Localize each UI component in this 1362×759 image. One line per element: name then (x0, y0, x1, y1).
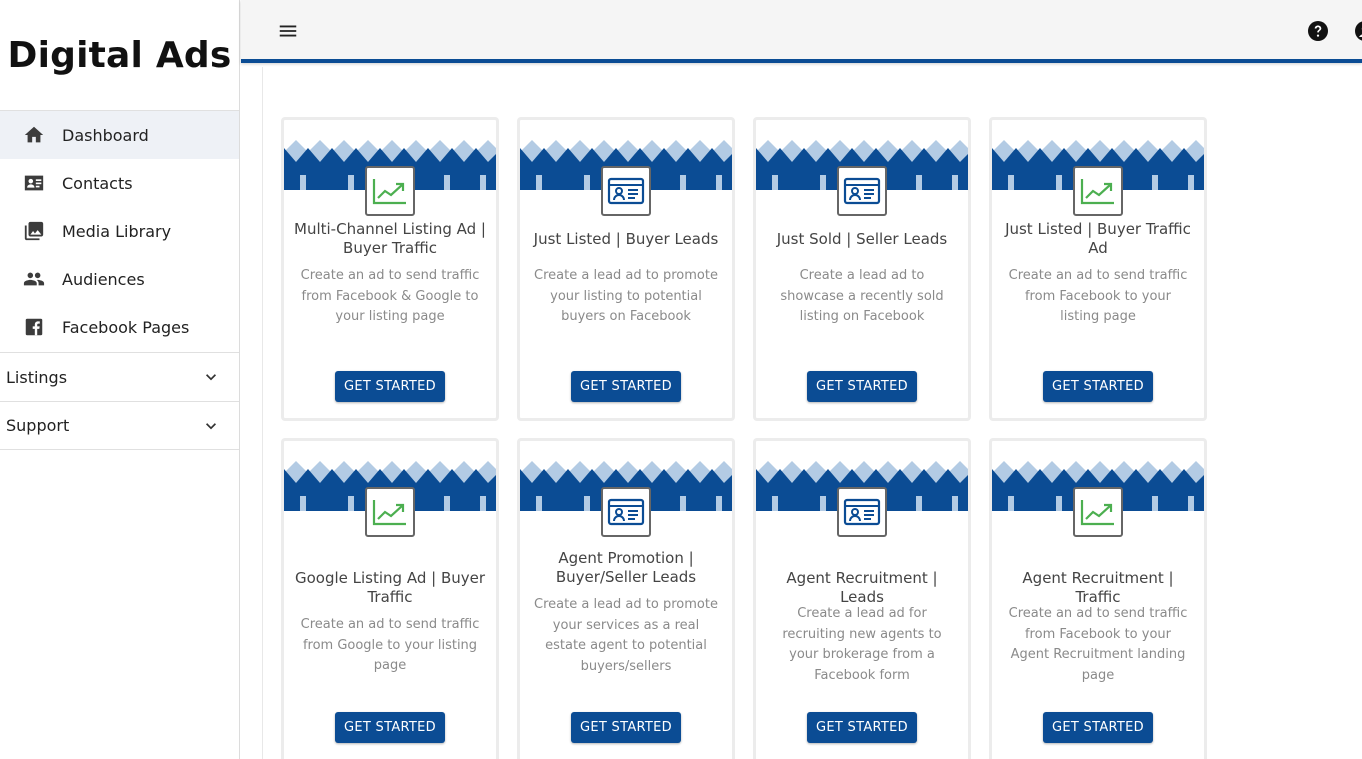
card-description: Create an ad to send traffic from Facebo… (1008, 606, 1188, 683)
ad-template-card: Multi-Channel Listing Ad | Buyer Traffic… (281, 117, 499, 421)
sidebar-item-facebook-pages[interactable]: Facebook Pages (0, 303, 239, 351)
ad-template-card: Agent Recruitment | Leads Create a lead … (753, 438, 971, 759)
sidebar-item-label: Audiences (62, 269, 145, 289)
card-title: Multi-Channel Listing Ad | Buyer Traffic (294, 220, 486, 257)
card-description: Create an ad to send traffic from Google… (300, 617, 480, 673)
ad-template-card: Google Listing Ad | Buyer Traffic Create… (281, 438, 499, 759)
card-title: Just Listed | Buyer Traffic Ad (1005, 220, 1191, 257)
card-hero (756, 453, 968, 537)
card-title: Google Listing Ad | Buyer Traffic (294, 569, 486, 606)
contact-card-icon (601, 487, 651, 537)
ad-template-card: Just Sold | Seller Leads Create a lead a… (753, 117, 971, 421)
sidebar-item-audiences[interactable]: Audiences (0, 255, 239, 303)
sidebar-item-label: Dashboard (62, 125, 149, 145)
top-app-bar (241, 0, 1362, 63)
get-started-button[interactable]: GET STARTED (1043, 371, 1153, 402)
get-started-button[interactable]: GET STARTED (571, 371, 681, 402)
sidebar-group-label: Support (6, 416, 70, 435)
ad-template-card: Agent Recruitment | Traffic Create an ad… (989, 438, 1207, 759)
help-icon[interactable] (1306, 19, 1330, 43)
card-title: Agent Recruitment | Leads (786, 569, 938, 606)
card-description: Create a lead ad to promote your service… (534, 597, 718, 674)
card-description: Create a lead ad for recruiting new agen… (782, 606, 942, 683)
card-hero (992, 132, 1204, 216)
trending-chart-icon (1073, 166, 1123, 216)
photo-library-icon (22, 219, 46, 243)
sidebar-item-label: Facebook Pages (62, 317, 190, 337)
ad-template-card: Just Listed | Buyer Traffic Ad Create an… (989, 117, 1207, 421)
facebook-icon (22, 315, 46, 339)
hamburger-menu-icon[interactable] (277, 20, 299, 42)
chevron-down-icon (206, 374, 216, 381)
get-started-button[interactable]: GET STARTED (571, 712, 681, 743)
card-title: Just Sold | Seller Leads (776, 229, 948, 248)
sidebar-group-label: Listings (6, 367, 68, 387)
get-started-button[interactable]: GET STARTED (335, 712, 445, 743)
card-description: Create a lead ad to promote your listing… (534, 268, 718, 324)
trending-chart-icon (1073, 487, 1123, 537)
sidebar-group-support[interactable]: Support (0, 401, 239, 450)
content-divider (262, 67, 263, 759)
card-title: Agent Recruitment | Traffic (1022, 569, 1174, 606)
account-icon[interactable] (1353, 19, 1362, 43)
get-started-button[interactable]: GET STARTED (335, 371, 445, 402)
people-icon (22, 267, 46, 291)
card-description: Create a lead ad to showcase a recently … (780, 268, 944, 324)
get-started-button[interactable]: GET STARTED (807, 712, 917, 743)
card-hero (520, 132, 732, 216)
contact-card-icon (837, 166, 887, 216)
brand-title: Digital Ads (0, 0, 239, 111)
chevron-down-icon (206, 422, 216, 429)
ad-template-card: Agent Promotion | Buyer/Seller Leads Cre… (517, 438, 735, 759)
contact-card-icon (837, 487, 887, 537)
trending-chart-icon (365, 487, 415, 537)
sidebar: Digital Ads Dashboard Contacts Media Lib… (0, 0, 240, 759)
contact-card-icon (601, 166, 651, 216)
trending-chart-icon (365, 166, 415, 216)
home-icon (22, 123, 46, 147)
sidebar-group-listings[interactable]: Listings (0, 352, 239, 401)
contacts-icon (22, 171, 46, 195)
sidebar-item-label: Contacts (62, 173, 133, 193)
sidebar-item-contacts[interactable]: Contacts (0, 159, 239, 207)
card-description: Create an ad to send traffic from Facebo… (300, 268, 480, 324)
card-hero (284, 132, 496, 216)
card-title: Agent Promotion | Buyer/Seller Leads (555, 549, 697, 586)
card-hero (284, 453, 496, 537)
get-started-button[interactable]: GET STARTED (807, 371, 917, 402)
card-hero (756, 132, 968, 216)
card-hero (520, 453, 732, 537)
sidebar-item-media-library[interactable]: Media Library (0, 207, 239, 255)
get-started-button[interactable]: GET STARTED (1043, 712, 1153, 743)
card-hero (992, 453, 1204, 537)
sidebar-item-label: Media Library (62, 221, 172, 241)
ad-template-card: Just Listed | Buyer Leads Create a lead … (517, 117, 735, 421)
card-title: Just Listed | Buyer Leads (533, 229, 719, 248)
sidebar-item-dashboard[interactable]: Dashboard (0, 111, 239, 159)
card-description: Create an ad to send traffic from Facebo… (1008, 268, 1188, 324)
